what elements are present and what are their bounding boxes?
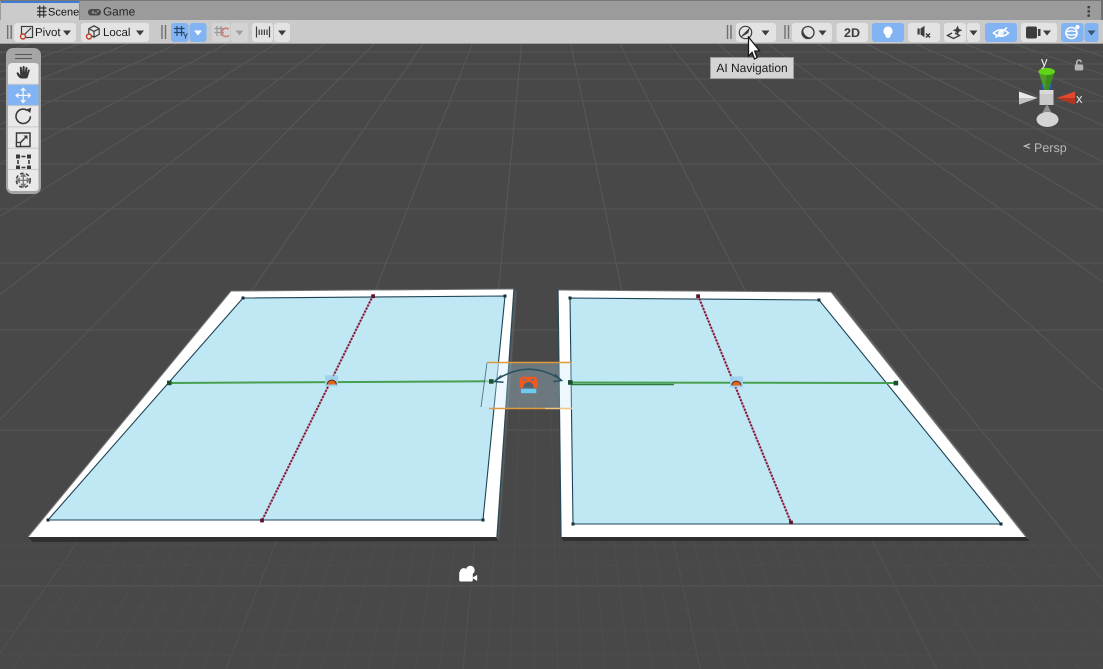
svg-text:y: y [1041,54,1048,69]
svg-text:Local: Local [103,27,131,39]
svg-text:Persp: Persp [1034,141,1067,155]
svg-text:Game: Game [103,5,136,19]
svg-text:Scene: Scene [48,7,79,19]
svg-text:Pivot: Pivot [35,27,61,39]
svg-text:2D: 2D [844,26,860,40]
svg-text:x: x [1076,91,1083,106]
svg-text:Y: Y [183,32,188,41]
